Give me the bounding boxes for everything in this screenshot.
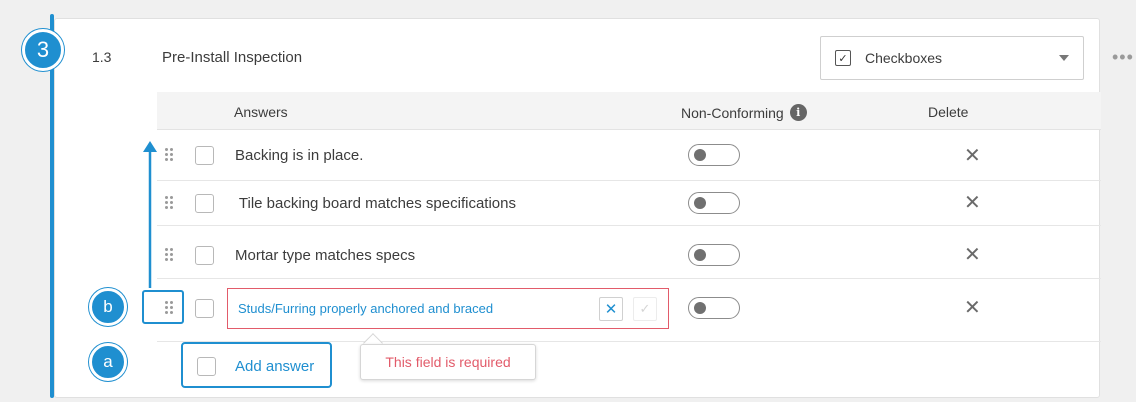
add-answer-checkbox [197,357,216,376]
header-answers: Answers [234,104,288,120]
non-conforming-toggle[interactable] [688,144,740,166]
delete-answer-icon[interactable]: ✕ [964,193,981,213]
answer-row: Mortar type matches specs ✕ [157,226,1101,279]
delete-answer-icon[interactable]: ✕ [964,298,981,318]
answer-text[interactable]: Mortar type matches specs [235,247,415,264]
drag-handle-highlight [142,290,184,324]
answer-text[interactable]: Tile backing board matches specification… [235,195,516,212]
header-non-conforming-label: Non-Conforming [681,104,784,121]
answer-type-select[interactable]: ✓ Checkboxes [820,36,1084,80]
answers-table-header: Answers Non-Conforming i Delete [157,92,1101,130]
question-title[interactable]: Pre-Install Inspection [162,49,302,66]
non-conforming-toggle[interactable] [688,297,740,319]
header-delete: Delete [928,104,969,120]
callout-a: a [89,343,127,381]
answer-edit-field[interactable]: Studs/Furring properly anchored and brac… [227,288,669,329]
answer-checkbox[interactable] [195,146,214,165]
answer-edit-input[interactable]: Studs/Furring properly anchored and brac… [238,301,493,316]
answer-row: Tile backing board matches specification… [157,181,1101,226]
drag-handle-icon[interactable] [165,248,175,262]
confirm-edit-icon[interactable]: ✓ [633,297,657,321]
answer-row: Backing is in place. ✕ [157,130,1101,181]
more-options-icon[interactable]: ••• [1112,48,1134,66]
add-answer-button[interactable]: Add answer [181,342,332,388]
answer-text[interactable]: Backing is in place. [235,147,363,164]
step-badge: 3 [22,29,64,71]
drag-handle-icon[interactable] [165,196,175,210]
non-conforming-toggle[interactable] [688,192,740,214]
add-answer-label: Add answer [235,358,315,375]
callout-b: b [89,288,127,326]
drag-up-arrow-icon [143,141,157,288]
validation-tooltip: This field is required [360,344,536,380]
non-conforming-toggle[interactable] [688,244,740,266]
cancel-edit-icon[interactable]: ✕ [599,297,623,321]
drag-handle-icon[interactable] [165,148,175,162]
header-non-conforming: Non-Conforming i [681,104,807,121]
question-number: 1.3 [92,49,112,65]
checkbox-icon: ✓ [835,50,851,66]
answer-checkbox[interactable] [195,299,214,318]
answer-type-label: Checkboxes [865,50,943,66]
answer-checkbox[interactable] [195,246,214,265]
info-icon[interactable]: i [789,104,807,121]
delete-answer-icon[interactable]: ✕ [964,245,981,265]
delete-answer-icon[interactable]: ✕ [964,146,981,166]
answer-checkbox[interactable] [195,194,214,213]
chevron-down-icon [1059,55,1069,61]
section-rule [50,14,54,398]
